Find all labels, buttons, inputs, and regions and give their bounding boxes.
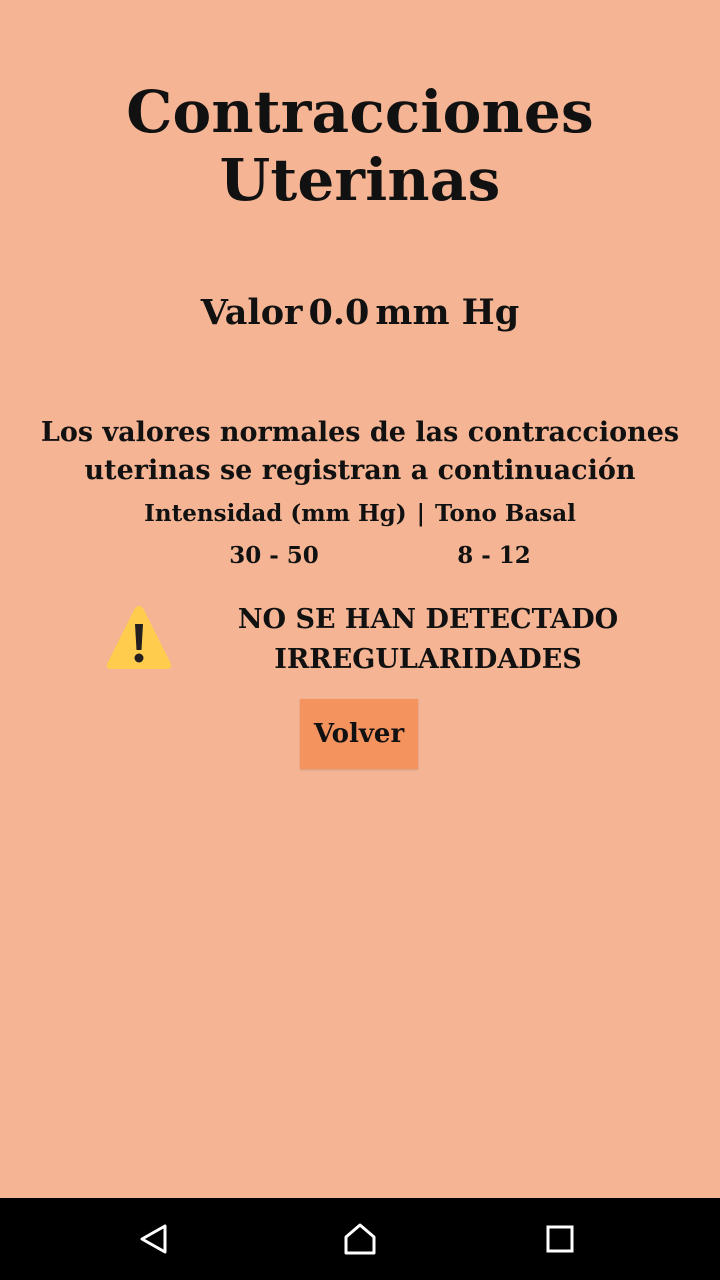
- status-message: NO SE HAN DETECTADO IRREGULARIDADES: [218, 600, 638, 680]
- value-number: 0.0: [308, 292, 370, 333]
- nav-recents-icon[interactable]: [536, 1215, 584, 1263]
- intensity-range: 30 - 50: [229, 542, 319, 569]
- basal-tone-range: 8 - 12: [457, 542, 531, 569]
- intensity-column-label: Intensidad (mm Hg): [144, 500, 407, 527]
- system-nav-bar: [0, 1198, 720, 1280]
- status-line-1: NO SE HAN DETECTADO: [237, 604, 619, 635]
- value-unit: mm Hg: [375, 292, 520, 333]
- current-value: Valor 0.0 mm Hg: [0, 292, 720, 333]
- main-screen: Contracciones Uterinas Valor 0.0 mm Hg Los…: [0, 0, 720, 1198]
- normal-values-description: Los valores normales de las contraccione…: [40, 417, 680, 486]
- status-line-2: IRREGULARIDADES: [274, 644, 582, 675]
- ranges-header: Intensidad (mm Hg) | Tono Basal: [0, 500, 720, 527]
- value-label: Valor: [200, 292, 303, 333]
- warning-icon: [104, 602, 174, 672]
- nav-home-icon[interactable]: [336, 1215, 384, 1263]
- basal-tone-column-label: Tono Basal: [435, 500, 576, 527]
- column-separator: |: [416, 500, 426, 527]
- back-button[interactable]: Volver: [300, 699, 418, 769]
- nav-back-icon[interactable]: [130, 1215, 178, 1263]
- page-title: Contracciones Uterinas: [126, 78, 594, 214]
